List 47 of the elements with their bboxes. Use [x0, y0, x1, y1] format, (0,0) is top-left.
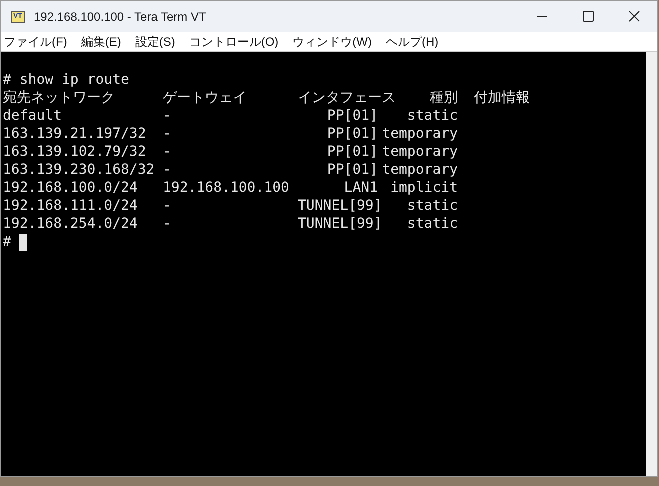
- table-cell-text: 192.168.111.0/24: [3, 197, 139, 215]
- table-cell-text: 192.168.254.0/24: [3, 215, 139, 233]
- table-cell-text: PP[01]: [326, 125, 378, 143]
- scrollbar[interactable]: [646, 52, 657, 476]
- table-cell-text: temporary: [381, 161, 458, 179]
- table-cell-text: LAN1: [343, 179, 378, 197]
- table-cell-text: static: [406, 215, 458, 233]
- table-cell-text: 163.139.102.79/32: [3, 143, 148, 161]
- table-cell: TUNNEL[99]: [298, 197, 378, 215]
- table-cell-text: -: [163, 197, 172, 215]
- column-header: 宛先ネットワーク: [3, 89, 116, 107]
- column-header: 付加情報: [473, 89, 530, 107]
- table-cell-text: -: [163, 161, 172, 179]
- column-header: インタフェース: [298, 89, 397, 107]
- menu-item[interactable]: 編集(E): [81, 32, 122, 50]
- close-icon: [628, 11, 640, 22]
- table-cell-text: default: [3, 107, 64, 125]
- menu-item[interactable]: ファイル(F): [4, 32, 68, 50]
- table-cell-text: implicit: [390, 179, 458, 197]
- table-cell-text: PP[01]: [326, 107, 378, 125]
- minimize-icon: [537, 16, 547, 17]
- column-header: 種別: [429, 89, 458, 107]
- table-cell-text: PP[01]: [326, 143, 378, 161]
- table-cell-text: 192.168.100.100: [163, 179, 290, 197]
- maximize-icon: [582, 11, 594, 22]
- prompt: #: [3, 233, 12, 251]
- table-cell-text: static: [406, 197, 458, 215]
- table-cell-text: static: [406, 107, 458, 125]
- command-line: # show ip route: [3, 71, 130, 89]
- table-cell: TUNNEL[99]: [298, 215, 378, 233]
- table-cell-text: temporary: [381, 143, 458, 161]
- menu-item[interactable]: 設定(S): [135, 32, 176, 50]
- menu-item[interactable]: コントロール(O): [189, 32, 279, 50]
- menu-item[interactable]: ヘルプ(H): [386, 32, 439, 50]
- table-cell-text: -: [163, 107, 172, 125]
- window-title: 192.168.100.100 - Tera Term VT: [34, 8, 206, 26]
- column-header: ゲートウェイ: [163, 89, 248, 107]
- table-cell-text: 163.139.21.197/32: [3, 125, 148, 143]
- menu-item[interactable]: ウィンドウ(W): [292, 32, 372, 50]
- table-cell-text: -: [163, 215, 172, 233]
- text-cursor: [19, 234, 28, 250]
- table-cell-text: 163.139.230.168/32: [3, 161, 156, 179]
- table-cell-text: PP[01]: [326, 161, 378, 179]
- table-cell-text: 192.168.100.0/24: [3, 179, 139, 197]
- table-cell-text: temporary: [381, 125, 458, 143]
- table-cell-text: -: [163, 143, 172, 161]
- table-cell-text: -: [163, 125, 172, 143]
